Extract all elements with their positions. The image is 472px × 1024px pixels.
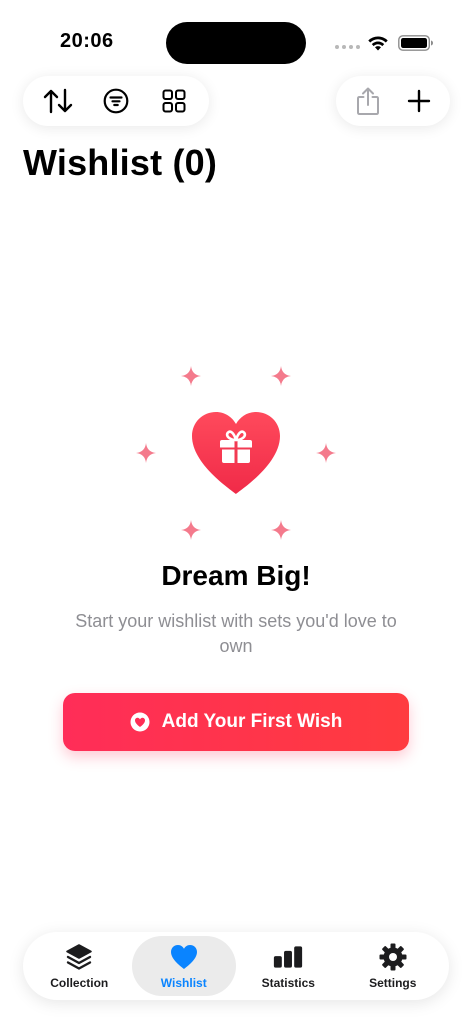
- heart-icon: [170, 945, 197, 969]
- battery-icon: [398, 35, 433, 51]
- add-first-wish-label: Add Your First Wish: [161, 711, 343, 732]
- grid-view-icon: [162, 89, 186, 113]
- empty-state-graphic: [130, 360, 342, 550]
- sparkle-icon: [271, 366, 291, 386]
- sparkle-icon: [181, 520, 201, 540]
- add-first-wish-button[interactable]: Add Your First Wish: [63, 693, 409, 751]
- wifi-icon: [368, 36, 388, 51]
- toolbar-left: [23, 76, 209, 126]
- tab-label: Wishlist: [160, 976, 207, 990]
- sort-arrows-icon: [43, 88, 73, 114]
- cellular-signal-icon: [335, 45, 360, 49]
- share-icon: [356, 87, 379, 115]
- heart-gift-icon: [192, 412, 280, 494]
- stack-icon: [66, 944, 93, 970]
- tab-label: Collection: [50, 976, 109, 990]
- sparkle-icon: [181, 366, 201, 386]
- tab-wishlist[interactable]: Wishlist: [131, 936, 236, 996]
- share-button[interactable]: [348, 81, 388, 121]
- empty-state-subtitle: Start your wishlist with sets you'd love…: [75, 611, 397, 656]
- grid-view-button[interactable]: [154, 81, 194, 121]
- sparkle-icon: [316, 443, 336, 463]
- gear-icon: [379, 943, 407, 971]
- empty-state-title: Dream Big!: [161, 560, 311, 591]
- filter-icon: [103, 88, 129, 114]
- tab-settings[interactable]: Settings: [341, 936, 446, 996]
- tab-collection[interactable]: Collection: [27, 936, 132, 996]
- status-time: 20:06: [60, 30, 114, 52]
- tab-label: Statistics: [261, 976, 315, 990]
- tab-statistics[interactable]: Statistics: [236, 936, 341, 996]
- tab-label: Settings: [369, 976, 417, 990]
- heart-circle-icon: [130, 712, 150, 732]
- sort-button[interactable]: [38, 81, 78, 121]
- add-button[interactable]: [399, 81, 439, 121]
- dynamic-island: [166, 22, 306, 64]
- sparkle-icon: [136, 443, 156, 463]
- sparkle-icon: [271, 520, 291, 540]
- plus-icon: [407, 89, 430, 113]
- filter-button[interactable]: [96, 81, 136, 121]
- tab-bar: Collection Wishlist Statistics Settings: [23, 932, 449, 1000]
- page-title: Wishlist (0): [23, 142, 218, 183]
- status-bar: 20:06: [0, 0, 472, 80]
- toolbar-right: [336, 76, 450, 126]
- bar-chart-icon: [274, 946, 303, 968]
